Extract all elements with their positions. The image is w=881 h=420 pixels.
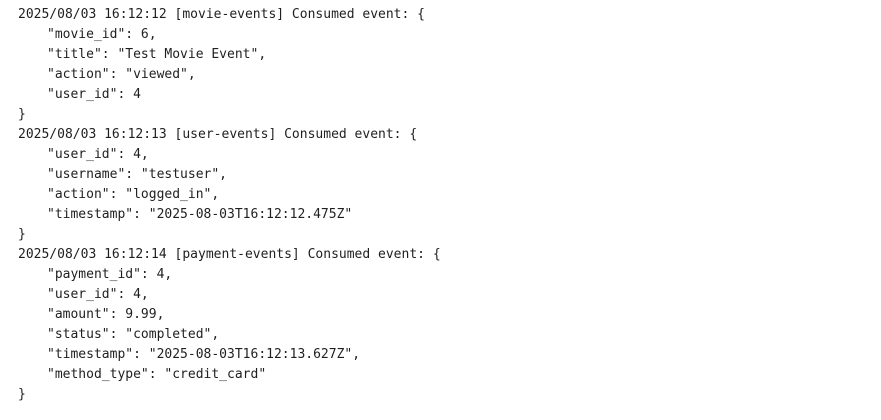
log-field-line: "timestamp": "2025-08-03T16:12:12.475Z" bbox=[47, 207, 353, 222]
log-entry-header: 2025/08/03 16:12:13 [user-events] Consum… bbox=[18, 127, 418, 142]
log-field-line: "user_id": 4, bbox=[47, 287, 149, 302]
log-field-line: "title": "Test Movie Event", bbox=[47, 47, 267, 62]
log-field-line: "amount": 9.99, bbox=[47, 307, 165, 322]
log-field-line: "user_id": 4 bbox=[47, 87, 141, 102]
log-closing-brace: } bbox=[18, 227, 26, 242]
log-field-line: "action": "viewed", bbox=[47, 67, 196, 82]
log-field-line: "payment_id": 4, bbox=[47, 267, 173, 282]
log-field-line: "user_id": 4, bbox=[47, 147, 149, 162]
log-field-line: "action": "logged_in", bbox=[47, 187, 220, 202]
log-field-line: "username": "testuser", bbox=[47, 167, 228, 182]
log-field-line: "method_type": "credit_card" bbox=[47, 367, 267, 382]
log-closing-brace: } bbox=[18, 107, 26, 122]
log-entry-header: 2025/08/03 16:12:14 [payment-events] Con… bbox=[18, 247, 441, 262]
log-field-line: "movie_id": 6, bbox=[47, 27, 157, 42]
log-field-line: "timestamp": "2025-08-03T16:12:13.627Z", bbox=[47, 347, 361, 362]
log-output: 2025/08/03 16:12:12 [movie-events] Consu… bbox=[18, 5, 881, 420]
log-field-line: "status": "completed", bbox=[47, 327, 220, 342]
log-entry-header: 2025/08/03 16:12:12 [movie-events] Consu… bbox=[18, 7, 425, 22]
log-closing-brace: } bbox=[18, 387, 26, 402]
